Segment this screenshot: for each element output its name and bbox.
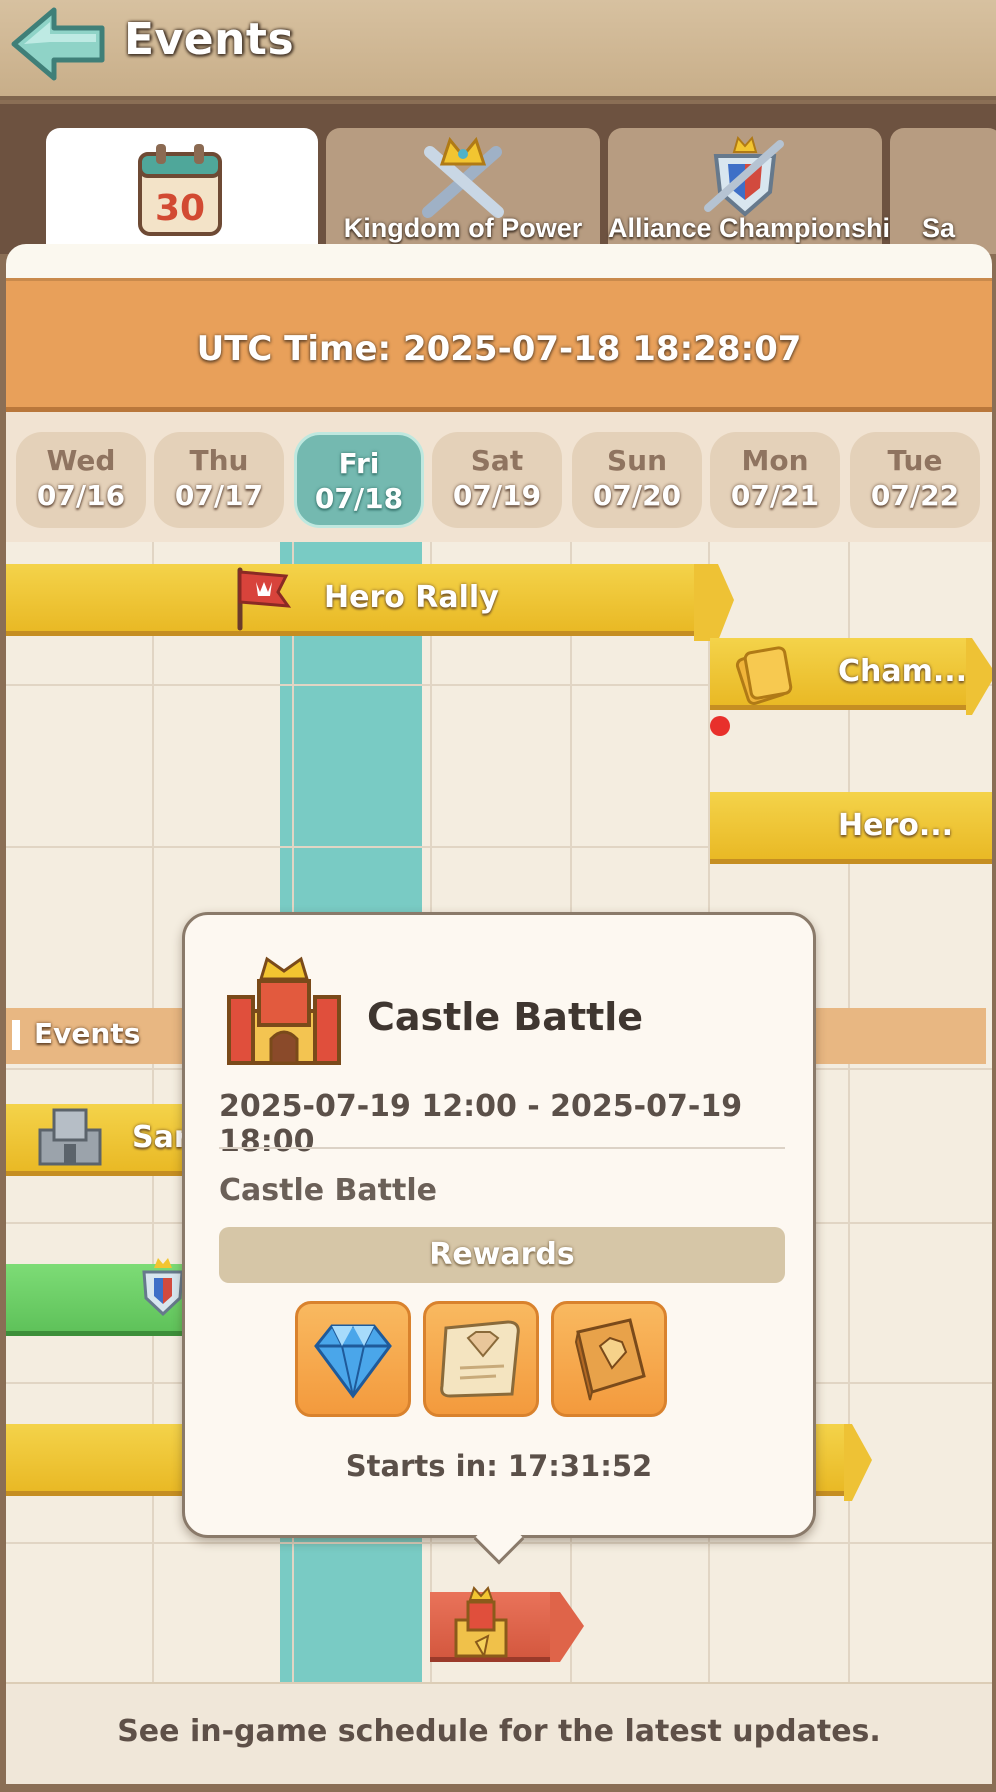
- reward-scroll[interactable]: [423, 1301, 539, 1417]
- day-name: Sat: [470, 444, 524, 477]
- day-name: Mon: [741, 444, 809, 477]
- back-arrow-icon: [11, 7, 105, 81]
- event-bar-label: Hero...: [838, 808, 954, 843]
- day-sun[interactable]: Sun 07/20: [572, 432, 702, 528]
- castle-icon: [454, 1586, 508, 1659]
- tab-label-kingdom-of-power: Kingdom of Power: [343, 213, 583, 243]
- footer: See in-game schedule for the latest upda…: [6, 1682, 992, 1784]
- day-name: Thu: [189, 444, 249, 477]
- event-tabs: 30 Kingdom of Power Alliance Championshi…: [0, 104, 996, 254]
- bar-arrow-end: [694, 564, 734, 641]
- page-title: Events: [124, 14, 295, 65]
- reward-book[interactable]: [551, 1301, 667, 1417]
- tab-partial[interactable]: Sa: [890, 128, 996, 254]
- tab-kingdom-of-power[interactable]: Kingdom of Power: [326, 128, 600, 254]
- utc-time-bar: UTC Time: 2025-07-18 18:28:07: [6, 278, 992, 412]
- book-icon: [574, 1318, 646, 1401]
- day-thu[interactable]: Thu 07/17: [154, 432, 284, 528]
- section-label: Events: [34, 1017, 141, 1050]
- tab-label-partial: Sa: [922, 213, 956, 243]
- rewards-label: Rewards: [429, 1237, 575, 1272]
- footer-note: See in-game schedule for the latest upda…: [117, 1714, 881, 1749]
- day-name: Sun: [606, 444, 668, 477]
- day-date: 07/22: [870, 479, 960, 512]
- day-tue[interactable]: Tue 07/22: [850, 432, 980, 528]
- section-marker: [12, 1020, 20, 1050]
- day-date: 07/17: [174, 479, 264, 512]
- day-fri[interactable]: Fri 07/18: [294, 432, 424, 528]
- day-date: 07/21: [730, 479, 820, 512]
- day-date: 07/20: [592, 479, 682, 512]
- back-button[interactable]: [10, 6, 108, 82]
- day-date: 07/18: [314, 482, 404, 515]
- divider: [219, 1147, 785, 1149]
- crossed-swords-crown-icon: [422, 136, 504, 218]
- day-wed[interactable]: Wed 07/16: [16, 432, 146, 528]
- event-bar-hero[interactable]: Hero...: [710, 792, 992, 864]
- top-bar: Events: [0, 0, 996, 100]
- scroll-icon: [440, 1320, 520, 1398]
- calendar-number: 30: [155, 188, 205, 229]
- event-bar-championship[interactable]: Cham...: [710, 638, 968, 710]
- diamond-icon: [314, 1324, 392, 1399]
- event-bar-hero-rally[interactable]: Hero Rally: [6, 564, 696, 636]
- event-bar-label: Hero Rally: [324, 580, 499, 615]
- day-date: 07/16: [36, 479, 126, 512]
- event-bar-castle-battle[interactable]: [430, 1586, 552, 1662]
- bar-arrow-end: [550, 1592, 584, 1662]
- day-mon[interactable]: Mon 07/21: [710, 432, 840, 528]
- popup-title: Castle Battle: [367, 995, 644, 1039]
- bar-arrow-end: [844, 1424, 872, 1501]
- rewards-header: Rewards: [219, 1227, 785, 1283]
- tab-label-alliance-championship: Alliance Championship: [608, 213, 907, 243]
- tab-calendar[interactable]: 30: [46, 128, 318, 254]
- day-name: Tue: [887, 444, 943, 477]
- bar-arrow-end: [966, 638, 992, 715]
- day-sat[interactable]: Sat 07/19: [432, 432, 562, 528]
- event-bar-san[interactable]: Sar: [6, 1104, 196, 1176]
- utc-time-text: UTC Time: 2025-07-18 18:28:07: [196, 329, 802, 369]
- tab-alliance-championship[interactable]: Alliance Championship: [608, 128, 907, 254]
- reward-diamond[interactable]: [295, 1301, 411, 1417]
- red-flag-icon: [237, 567, 292, 631]
- day-name: Fri: [338, 447, 380, 480]
- grid-line: [848, 542, 850, 1682]
- castle-gray-icon: [38, 1108, 102, 1166]
- event-bar-green[interactable]: [6, 1258, 196, 1336]
- calendar-icon: 30: [138, 144, 222, 236]
- event-details-popup[interactable]: Castle Battle 2025-07-19 12:00 - 2025-07…: [182, 912, 816, 1565]
- ticket-icon: [735, 646, 793, 705]
- castle-battle-icon: [227, 956, 341, 1065]
- event-bar-label: Sar: [132, 1120, 189, 1155]
- day-date: 07/19: [452, 479, 542, 512]
- event-bar-label: Cham...: [838, 654, 968, 689]
- day-selector: Wed 07/16 Thu 07/17 Fri 07/18 Sat 07/19 …: [6, 412, 992, 542]
- popup-description: Castle Battle: [219, 1173, 437, 1208]
- starts-in-countdown: Starts in: 17:31:52: [345, 1449, 653, 1483]
- day-name: Wed: [46, 444, 116, 477]
- notification-dot: [710, 716, 730, 736]
- shield-swords-icon: [704, 135, 784, 217]
